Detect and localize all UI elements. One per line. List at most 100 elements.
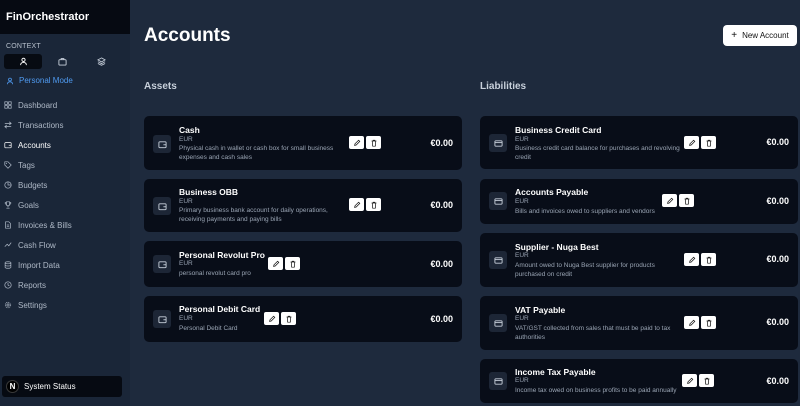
account-description: Physical cash in wallet or cash box for … [179, 145, 334, 161]
sidebar-item-tags[interactable]: Tags [0, 155, 130, 175]
account-actions [684, 136, 716, 149]
trash-icon [704, 377, 709, 385]
delete-button[interactable] [679, 194, 694, 207]
context-all-button[interactable] [82, 54, 120, 69]
trash-icon [371, 139, 376, 147]
account-card-cash[interactable]: Cash EUR Physical cash in wallet or cash… [144, 116, 462, 170]
context-switcher [0, 50, 130, 69]
sidebar-item-label: Settings [18, 300, 47, 310]
edit-button[interactable] [682, 374, 697, 387]
account-name: Business Credit Card [515, 125, 602, 135]
account-card-business-obb[interactable]: Business OBB EUR Primary business bank a… [144, 179, 462, 232]
account-actions [684, 316, 716, 329]
pencil-icon [688, 256, 695, 263]
mode-indicator: Personal Mode [0, 69, 130, 88]
credit-card-icon [489, 314, 507, 332]
sidebar-item-label: Transactions [18, 120, 64, 130]
wallet-icon [4, 142, 12, 149]
pencil-icon [268, 315, 275, 322]
edit-button[interactable] [268, 257, 283, 270]
account-actions [684, 253, 716, 266]
edit-button[interactable] [349, 136, 364, 149]
sidebar-item-goals[interactable]: Goals [0, 195, 130, 215]
account-card-accounts-payable[interactable]: Accounts Payable EUR Bills and invoices … [480, 179, 798, 224]
sidebar-item-import-data[interactable]: Import Data [0, 255, 130, 275]
pencil-icon [688, 139, 695, 146]
context-personal-button[interactable] [4, 54, 42, 69]
new-account-button[interactable]: + New Account [723, 25, 797, 46]
trophy-icon [4, 201, 12, 209]
account-description: Amount owed to Nuga Best supplier for pr… [515, 262, 655, 278]
account-actions [662, 194, 694, 207]
pie-icon [4, 181, 12, 189]
sidebar-item-label: Dashboard [18, 100, 58, 110]
sidebar-item-reports[interactable]: Reports [0, 275, 130, 295]
sidebar-item-dashboard[interactable]: Dashboard [0, 95, 130, 115]
account-balance: €0.00 [430, 314, 453, 324]
sidebar-item-transactions[interactable]: Transactions [0, 115, 130, 135]
sidebar-item-label: Accounts [18, 140, 51, 150]
sidebar-item-label: Invoices & Bills [18, 220, 72, 230]
assets-section-title: Assets [144, 81, 177, 92]
edit-button[interactable] [662, 194, 677, 207]
clock-icon [4, 281, 12, 289]
delete-button[interactable] [701, 136, 716, 149]
sidebar-item-label: Import Data [18, 260, 60, 270]
sidebar-item-settings[interactable]: Settings [0, 295, 130, 315]
account-card-income-tax-payable[interactable]: Income Tax Payable EUR Income tax owed o… [480, 359, 798, 403]
account-actions [349, 198, 381, 211]
wallet-icon [153, 310, 171, 328]
account-card-vat-payable[interactable]: VAT Payable EUR VAT/GST collected from s… [480, 296, 798, 350]
sidebar-item-invoices-bills[interactable]: Invoices & Bills [0, 215, 130, 235]
account-card-business-credit-card[interactable]: Business Credit Card EUR Business credit… [480, 116, 798, 169]
account-name: Personal Debit Card [179, 304, 261, 314]
system-status-button[interactable]: N System Status [2, 376, 122, 397]
layers-icon [96, 57, 106, 66]
account-description: Bills and invoices owed to suppliers and… [515, 208, 655, 215]
delete-button[interactable] [701, 316, 716, 329]
sidebar: FinOrchestrator CONTEXT Personal Mode Da… [0, 0, 130, 406]
trash-icon [684, 197, 689, 205]
sidebar-item-cash-flow[interactable]: Cash Flow [0, 235, 130, 255]
pencil-icon [353, 139, 360, 146]
delete-button[interactable] [366, 136, 381, 149]
sidebar-item-label: Reports [18, 280, 47, 290]
pencil-icon [688, 319, 695, 326]
sidebar-item-budgets[interactable]: Budgets [0, 175, 130, 195]
sidebar-item-label: Tags [18, 160, 35, 170]
account-balance: €0.00 [766, 317, 789, 327]
delete-button[interactable] [285, 257, 300, 270]
delete-button[interactable] [701, 253, 716, 266]
account-card-supplier-nuga-best[interactable]: Supplier - Nuga Best EUR Amount owed to … [480, 233, 798, 287]
tag-icon [4, 161, 12, 169]
account-description: Primary business bank account for daily … [179, 207, 328, 223]
liabilities-section-title: Liabilities [480, 81, 527, 92]
mode-label: Personal Mode [19, 76, 73, 85]
account-description: VAT/GST collected from sales that must b… [515, 325, 671, 341]
account-description: Income tax owed on business profits to b… [515, 387, 677, 394]
account-currency: EUR [179, 198, 193, 205]
person-icon [19, 57, 27, 66]
trash-icon [706, 256, 711, 264]
context-business-button[interactable] [43, 54, 81, 69]
edit-button[interactable] [264, 312, 279, 325]
edit-button[interactable] [684, 253, 699, 266]
sidebar-nav: Dashboard Transactions Accounts Tags Bud… [0, 95, 130, 315]
delete-button[interactable] [281, 312, 296, 325]
wallet-icon [153, 135, 171, 153]
account-currency: EUR [515, 198, 529, 205]
briefcase-icon [57, 58, 67, 66]
edit-button[interactable] [684, 136, 699, 149]
account-description: personal revolut card pro [179, 270, 251, 277]
edit-button[interactable] [349, 198, 364, 211]
account-card-personal-revolut-pro[interactable]: Personal Revolut Pro EUR personal revolu… [144, 241, 462, 287]
delete-button[interactable] [366, 198, 381, 211]
trash-icon [706, 319, 711, 327]
account-balance: €0.00 [766, 254, 789, 264]
sidebar-item-accounts[interactable]: Accounts [0, 135, 130, 155]
delete-button[interactable] [699, 374, 714, 387]
edit-button[interactable] [684, 316, 699, 329]
pencil-icon [272, 260, 279, 267]
account-card-personal-debit-card[interactable]: Personal Debit Card EUR Personal Debit C… [144, 296, 462, 342]
account-balance: €0.00 [766, 196, 789, 206]
